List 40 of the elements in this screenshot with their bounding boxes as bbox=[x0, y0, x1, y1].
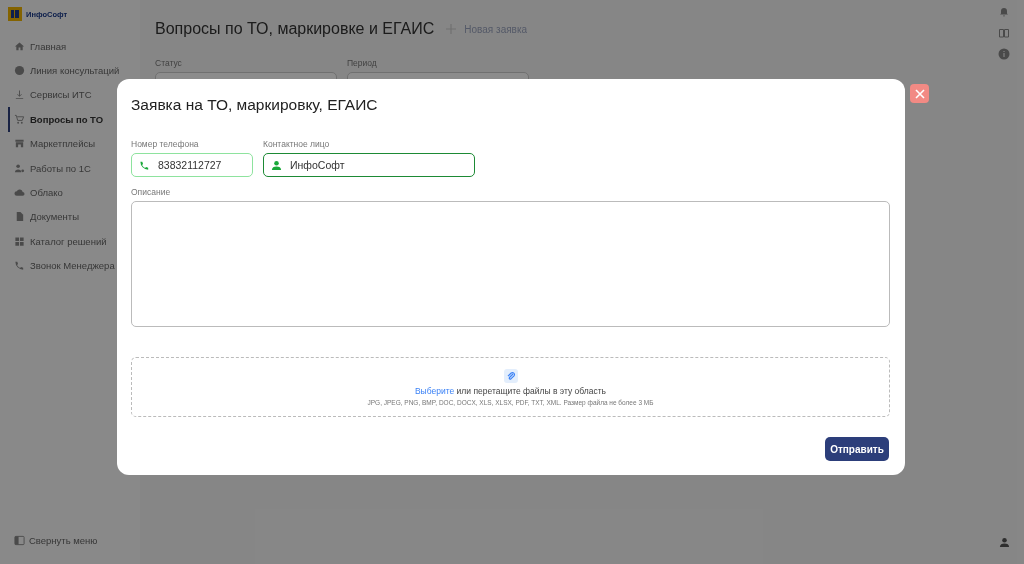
drop-instruction: или перетащите файлы в эту область bbox=[456, 385, 607, 396]
choose-files-link[interactable]: Выберите bbox=[414, 385, 455, 396]
submit-button[interactable]: Отправить bbox=[825, 437, 889, 461]
worker-icon bbox=[14, 162, 25, 174]
phone-value: 83832112727 bbox=[158, 159, 222, 171]
home-icon bbox=[14, 40, 25, 52]
page-title: Вопросы по ТО, маркировке и ЕГАИС bbox=[155, 20, 435, 38]
person-icon bbox=[271, 159, 282, 171]
sidebar-item[interactable]: Главная bbox=[0, 34, 140, 59]
user-icon[interactable] bbox=[998, 537, 1010, 548]
doc-icon bbox=[14, 211, 25, 223]
info-icon[interactable] bbox=[998, 48, 1010, 60]
close-icon bbox=[914, 88, 925, 99]
sidebar-toggle-icon bbox=[14, 535, 25, 546]
cloud-icon bbox=[14, 187, 25, 199]
close-button[interactable] bbox=[910, 84, 929, 103]
sidebar-item[interactable]: Линия консультаций bbox=[0, 58, 140, 83]
phone-icon bbox=[14, 260, 25, 272]
contact-value: ИнфоСофт bbox=[290, 159, 345, 171]
cart-icon bbox=[14, 113, 25, 125]
collapse-menu-button[interactable]: Свернуть меню bbox=[0, 535, 140, 546]
phone-field[interactable]: 83832112727 bbox=[131, 153, 253, 177]
phone-icon bbox=[139, 159, 150, 171]
sidebar-item[interactable]: Каталог решений bbox=[0, 229, 140, 254]
sidebar-item[interactable]: Документы bbox=[0, 204, 140, 230]
field-label: Номер телефона bbox=[131, 139, 200, 149]
filter-label: Статус bbox=[155, 58, 183, 68]
store-icon bbox=[14, 138, 25, 150]
book-icon[interactable] bbox=[997, 27, 1011, 39]
download-icon bbox=[14, 89, 25, 101]
description-field[interactable] bbox=[131, 201, 890, 327]
contact-field[interactable]: ИнфоСофт bbox=[263, 153, 475, 177]
field-label: Контактное лицо bbox=[263, 139, 331, 149]
field-label: Описание bbox=[131, 187, 172, 197]
paperclip-icon bbox=[503, 368, 518, 383]
grid-icon bbox=[14, 235, 25, 247]
bell-icon[interactable] bbox=[998, 5, 1010, 18]
logo-icon bbox=[8, 7, 22, 21]
filter-label: Период bbox=[347, 58, 378, 68]
sidebar-item[interactable]: Звонок Менеджера bbox=[0, 253, 140, 278]
